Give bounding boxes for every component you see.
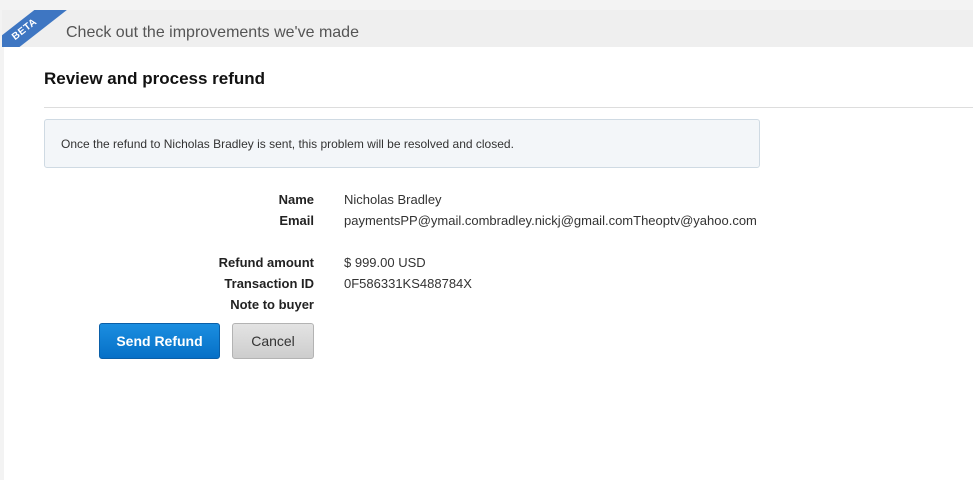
title-divider bbox=[44, 107, 973, 108]
send-refund-button[interactable]: Send Refund bbox=[99, 323, 220, 359]
refund-amount-value: $ 999.00 USD bbox=[344, 255, 426, 270]
detail-row-name: Name Nicholas Bradley bbox=[4, 189, 973, 210]
beta-badge: BETA bbox=[2, 10, 70, 47]
beta-banner[interactable]: BETA Check out the improvements we've ma… bbox=[2, 10, 973, 47]
page-frame: BETA Check out the improvements we've ma… bbox=[0, 0, 973, 480]
info-notice-text: Once the refund to Nicholas Bradley is s… bbox=[61, 137, 514, 151]
info-notice: Once the refund to Nicholas Bradley is s… bbox=[44, 119, 760, 168]
name-label: Name bbox=[278, 192, 314, 207]
email-value: paymentsPP@ymail.combradley.nickj@gmail.… bbox=[344, 213, 757, 228]
refund-panel: Review and process refund Once the refun… bbox=[4, 47, 973, 480]
note-to-buyer-label: Note to buyer bbox=[230, 297, 314, 312]
email-label: Email bbox=[279, 213, 314, 228]
detail-row-note: Note to buyer bbox=[4, 294, 973, 315]
page-title: Review and process refund bbox=[44, 69, 266, 88]
beta-banner-text[interactable]: Check out the improvements we've made bbox=[66, 24, 359, 42]
name-value: Nicholas Bradley bbox=[344, 192, 442, 207]
refund-amount-label: Refund amount bbox=[218, 255, 314, 270]
transaction-id-label: Transaction ID bbox=[224, 276, 314, 291]
detail-row-email: Email paymentsPP@ymail.combradley.nickj@… bbox=[4, 210, 973, 231]
cancel-button[interactable]: Cancel bbox=[232, 323, 314, 359]
detail-row-amount: Refund amount $ 999.00 USD bbox=[4, 252, 973, 273]
detail-row-transaction: Transaction ID 0F586331KS488784X bbox=[4, 273, 973, 294]
transaction-id-value: 0F586331KS488784X bbox=[344, 276, 472, 291]
